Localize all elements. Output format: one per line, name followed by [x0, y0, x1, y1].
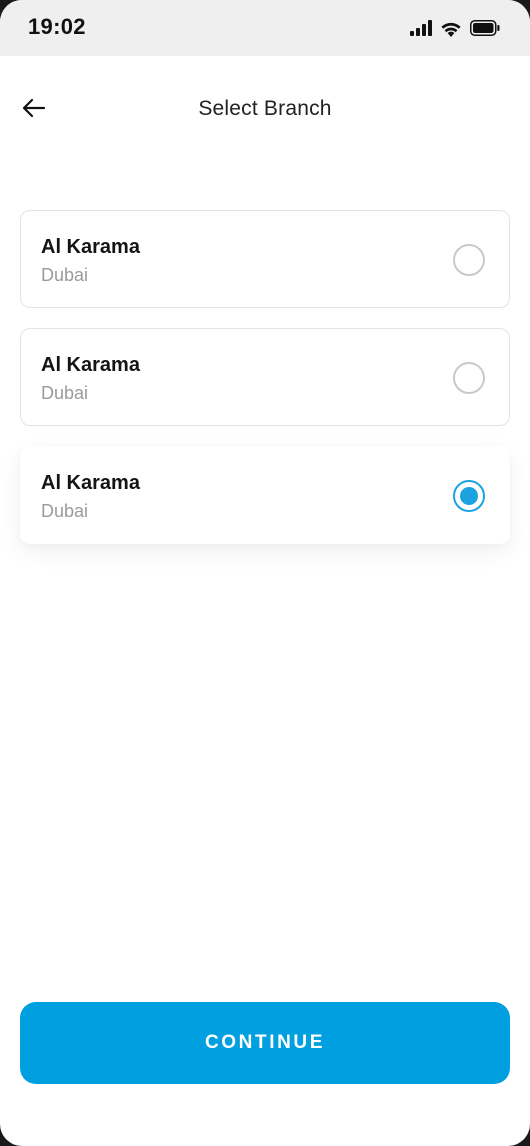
continue-button[interactable]: CONTINUE: [20, 1002, 510, 1084]
phone-screen: 19:02 Select Branch Al Karama Dubai Al K…: [0, 0, 530, 1146]
branch-option-3[interactable]: Al Karama Dubai: [20, 446, 510, 544]
radio-button-selected[interactable]: [453, 480, 485, 512]
branch-city: Dubai: [41, 265, 89, 285]
app-header: Select Branch: [0, 80, 530, 140]
battery-icon: [470, 20, 500, 36]
branch-name: Al Karama: [41, 236, 140, 258]
branch-city: Dubai: [41, 383, 89, 403]
branch-option-1[interactable]: Al Karama Dubai: [20, 210, 510, 308]
branch-option-2[interactable]: Al Karama Dubai: [20, 328, 510, 426]
radio-button[interactable]: [453, 362, 485, 394]
status-bar: 19:02: [0, 0, 530, 56]
cellular-signal-icon: [410, 20, 432, 36]
branch-name: Al Karama: [41, 354, 140, 376]
branch-list: Al Karama Dubai Al Karama Dubai Al Karam…: [20, 210, 510, 564]
status-time: 19:02: [28, 14, 86, 39]
page-title: Select Branch: [198, 97, 332, 120]
radio-button[interactable]: [453, 244, 485, 276]
branch-name: Al Karama: [41, 472, 140, 494]
status-icons: [410, 16, 500, 40]
wifi-icon: [440, 20, 462, 37]
branch-city: Dubai: [41, 501, 89, 521]
